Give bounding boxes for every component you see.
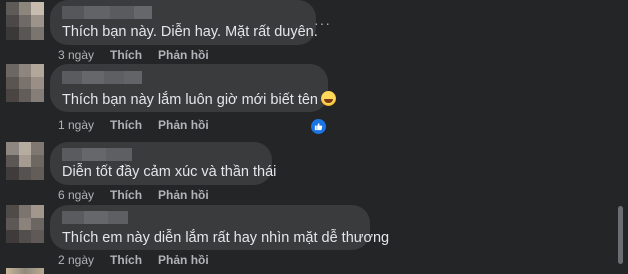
avatar[interactable] bbox=[6, 205, 44, 243]
scrollbar[interactable] bbox=[618, 206, 623, 264]
comment-text: Thích em này diễn lắm rất hay nhìn mặt d… bbox=[62, 230, 390, 246]
comment-actions: 3 ngày Thích Phản hồi bbox=[58, 48, 209, 62]
avatar[interactable] bbox=[6, 268, 44, 274]
avatar[interactable] bbox=[6, 2, 44, 40]
comment-actions: 1 ngày Thích Phản hồi bbox=[58, 118, 209, 132]
reply-button[interactable]: Phản hồi bbox=[158, 253, 209, 267]
comment-bubble: Thích em này diễn lắm rất hay nhìn mặt d… bbox=[50, 205, 389, 250]
commenter-name[interactable] bbox=[62, 71, 142, 84]
commenter-name[interactable] bbox=[62, 148, 132, 161]
comment-time[interactable]: 3 ngày bbox=[58, 48, 94, 62]
like-button[interactable]: Thích bbox=[110, 253, 142, 267]
like-button[interactable]: Thích bbox=[110, 48, 142, 62]
comment-time[interactable]: 2 ngày bbox=[58, 253, 94, 267]
avatar[interactable] bbox=[6, 64, 44, 102]
like-button[interactable]: Thích bbox=[110, 188, 142, 202]
reply-button[interactable]: Phản hồi bbox=[158, 48, 209, 62]
comment-bubble: Thích bạn này. Diễn hay. Mặt rất duyên. bbox=[50, 0, 318, 45]
comment-text: Thích bạn này. Diễn hay. Mặt rất duyên. bbox=[62, 24, 318, 40]
comment-text: Thích bạn này lắm luôn giờ mới biết tên bbox=[62, 91, 336, 108]
comment-bubble: Thích bạn này lắm luôn giờ mới biết tên bbox=[50, 64, 336, 112]
reply-button[interactable]: Phản hồi bbox=[158, 188, 209, 202]
comment-time[interactable]: 6 ngày bbox=[58, 188, 94, 202]
comment-actions: 2 ngày Thích Phản hồi bbox=[58, 253, 209, 267]
commenter-name[interactable] bbox=[62, 211, 128, 224]
avatar[interactable] bbox=[6, 142, 44, 180]
comment-time[interactable]: 1 ngày bbox=[58, 118, 94, 132]
comment-bubble: Diễn tốt đầy cảm xúc và thần thái bbox=[50, 142, 276, 185]
laughing-emoji-icon bbox=[320, 91, 336, 106]
more-options-icon[interactable]: ··· bbox=[314, 15, 331, 31]
like-reaction-icon[interactable] bbox=[309, 117, 328, 136]
comment-actions: 6 ngày Thích Phản hồi bbox=[58, 188, 209, 202]
like-button[interactable]: Thích bbox=[110, 118, 142, 132]
commenter-name[interactable] bbox=[62, 6, 152, 19]
comment-text: Diễn tốt đầy cảm xúc và thần thái bbox=[62, 164, 277, 180]
comment-text-content: Thích bạn này lắm luôn giờ mới biết tên bbox=[62, 92, 318, 108]
reply-button[interactable]: Phản hồi bbox=[158, 118, 209, 132]
